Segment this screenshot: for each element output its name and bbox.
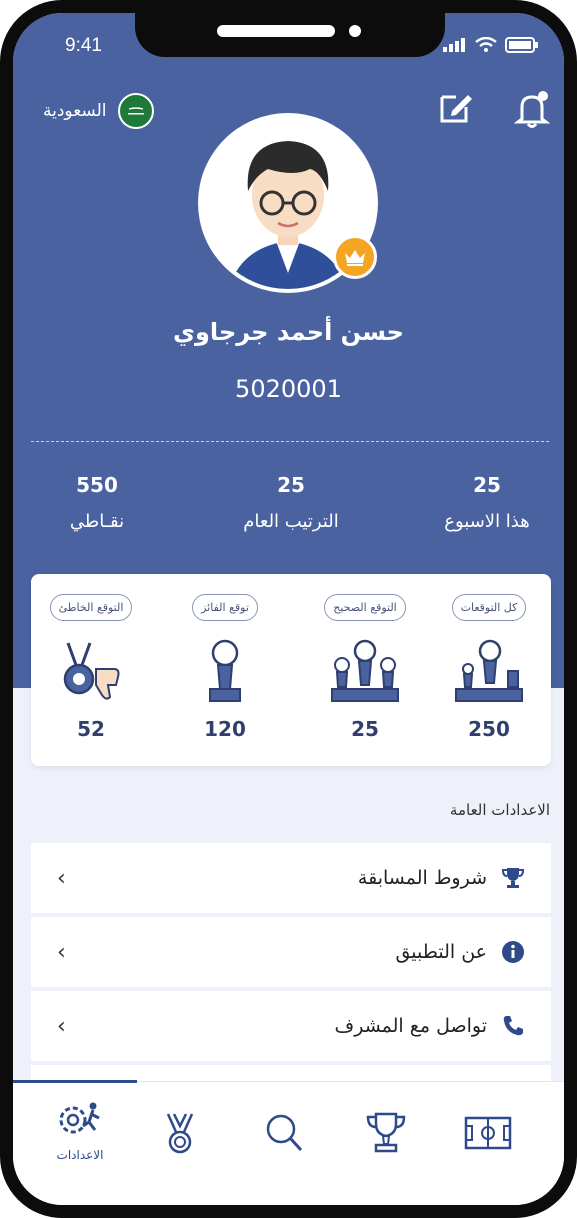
user-name: حسن أحمد جرجاوي	[173, 318, 404, 346]
trophies-group-icon	[455, 639, 523, 702]
pred-all[interactable]: كل التوقعات 250	[433, 594, 545, 754]
menu-item-terms[interactable]: ‹ شروط المسابقة	[31, 843, 551, 913]
tab-competitions[interactable]	[341, 1112, 431, 1158]
country-selector[interactable]: السعودية	[43, 93, 155, 129]
edit-icon[interactable]	[438, 89, 474, 125]
pred-correct[interactable]: التوقع الصحيح 25	[309, 594, 421, 754]
battery-icon	[505, 37, 538, 53]
trophy-icon	[501, 868, 525, 888]
phone-icon	[503, 1016, 523, 1036]
triple-trophy-icon	[331, 639, 399, 702]
stat-rank: 25 الترتيب العام	[201, 473, 381, 532]
medal-thumbs-down-icon	[63, 642, 120, 700]
stat-value: 25	[473, 473, 501, 497]
stat-label: الترتيب العام	[243, 511, 339, 532]
pred-value: 120	[204, 717, 246, 741]
device-notch	[135, 13, 445, 57]
menu-item-label: عن التطبيق	[395, 941, 487, 963]
stat-points: 550 نقـاطي	[13, 473, 187, 532]
wifi-icon	[475, 37, 497, 52]
tab-medals[interactable]	[135, 1112, 225, 1158]
pred-value: 25	[351, 717, 379, 741]
medal-icon	[166, 1113, 194, 1154]
settings-icon	[59, 1102, 100, 1134]
tab-matches[interactable]	[443, 1112, 533, 1158]
menu-item-about[interactable]: ‹ عن التطبيق	[31, 917, 551, 987]
pred-value: 52	[77, 717, 105, 741]
saudi-flag-icon	[118, 93, 155, 129]
tab-search[interactable]	[239, 1112, 329, 1158]
info-icon	[502, 941, 524, 963]
status-icons	[443, 37, 539, 53]
signal-icon	[443, 38, 465, 52]
notification-bell-icon[interactable]	[514, 89, 550, 129]
country-label: السعودية	[43, 101, 107, 121]
menu-item-contact[interactable]: ‹ تواصل مع المشرف	[31, 991, 551, 1061]
divider	[31, 441, 549, 442]
pred-value: 250	[468, 717, 510, 741]
single-trophy-icon	[209, 639, 241, 702]
tab-label: الاعدادات	[56, 1148, 104, 1162]
pred-wrong[interactable]: التوقع الخاطئ 52	[35, 594, 147, 754]
crown-badge-icon	[333, 235, 377, 279]
predictions-card: كل التوقعات 250 التوقع الصحيح 25 توقع ال…	[31, 574, 551, 766]
chevron-left-icon: ‹	[57, 939, 66, 965]
search-icon	[266, 1114, 303, 1152]
user-id: 5020001	[235, 375, 342, 403]
phone-frame: 9:41 السعودية حسن أحمد جرجاوي 5020001 25…	[0, 0, 577, 1218]
section-title: الاعدادات العامة	[449, 801, 550, 819]
status-time: 9:41	[65, 35, 102, 56]
stat-value: 25	[277, 473, 305, 497]
pred-winner[interactable]: توقع الفائز 120	[169, 594, 281, 754]
chevron-left-icon: ‹	[57, 1013, 66, 1039]
pred-filter-pill[interactable]: توقع الفائز	[192, 594, 258, 621]
bottom-tab-bar: الاعدادات	[13, 1080, 564, 1205]
camera	[349, 25, 361, 37]
tab-settings[interactable]: الاعدادات	[35, 1100, 125, 1162]
tab-indicator	[13, 1080, 137, 1083]
stat-label: هذا الاسبوع	[444, 511, 530, 532]
screen: 9:41 السعودية حسن أحمد جرجاوي 5020001 25…	[13, 13, 564, 1205]
trophy-icon	[366, 1112, 406, 1153]
stat-week: 25 هذا الاسبوع	[397, 473, 564, 532]
pred-filter-pill[interactable]: التوقع الخاطئ	[49, 594, 133, 621]
pred-filter-pill[interactable]: التوقع الصحيح	[324, 594, 406, 621]
stat-label: نقـاطي	[69, 511, 125, 532]
menu-item-label: تواصل مع المشرف	[334, 1015, 487, 1037]
pred-filter-pill[interactable]: كل التوقعات	[451, 594, 527, 621]
header-actions	[438, 89, 550, 129]
speaker	[217, 25, 335, 37]
menu-item-label: شروط المسابقة	[357, 867, 487, 889]
field-icon	[464, 1116, 512, 1150]
stat-value: 550	[76, 473, 118, 497]
chevron-left-icon: ‹	[57, 865, 66, 891]
